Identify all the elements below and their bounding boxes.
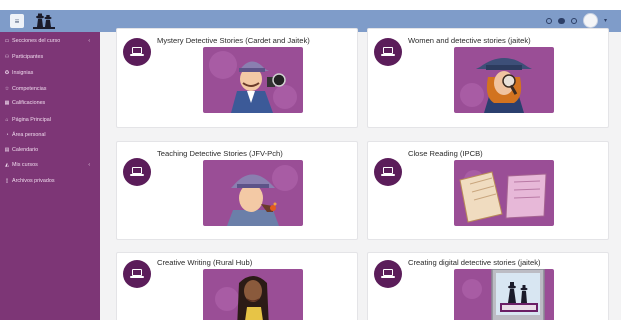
laptop-icon bbox=[123, 260, 151, 288]
sidebar-item-calificaciones[interactable]: ▦ Calificaciones bbox=[4, 98, 46, 108]
sidebar-item-label: Secciones del curso bbox=[12, 38, 61, 44]
graduation-cap-icon: ◭ bbox=[5, 162, 9, 168]
laptop-icon bbox=[123, 158, 151, 186]
sidebar-item-label: Calificaciones bbox=[12, 100, 46, 106]
sidebar-item-pagina-principal[interactable]: ⌂ Página Principal bbox=[4, 115, 51, 125]
sidebar-item-secciones[interactable]: ▭ Secciones del curso ‹ bbox=[4, 36, 96, 46]
e-mysteries-computer-illustration[interactable] bbox=[454, 269, 554, 320]
course-title[interactable]: Mystery Detective Stories (Cardet and Ja… bbox=[157, 36, 310, 45]
app-window: ≡ ▾ ▭ Secciones del curso ‹ ⚇ Participan… bbox=[0, 0, 621, 320]
detective-with-magnifier-illustration[interactable] bbox=[203, 47, 303, 113]
course-title[interactable]: Teaching Detective Stories (JFV-Pch) bbox=[157, 149, 283, 158]
course-title[interactable]: Creative Writing (Rural Hub) bbox=[157, 258, 252, 267]
check-list-icon: ☆ bbox=[4, 86, 10, 92]
chat-icon[interactable] bbox=[557, 17, 565, 24]
sidebar-item-label: Competencias bbox=[12, 86, 47, 92]
course-title[interactable]: Women and detective stories (jaitek) bbox=[408, 36, 531, 45]
sidebar-item-label: Archivos privados bbox=[12, 178, 55, 184]
grid-icon: ▦ bbox=[4, 100, 10, 106]
laptop-icon bbox=[374, 158, 402, 186]
chevron-left-icon[interactable]: ‹ bbox=[88, 162, 90, 168]
course-card[interactable]: Close Reading (IPCB) bbox=[367, 141, 609, 240]
sidebar-item-area-personal[interactable]: ◔ Área personal bbox=[4, 130, 46, 140]
open-books-illustration[interactable] bbox=[454, 160, 554, 226]
sidebar-item-label: Insignias bbox=[12, 70, 34, 76]
folder-icon: ▭ bbox=[4, 38, 10, 44]
badge-icon: ✪ bbox=[4, 70, 10, 76]
sidebar: ▭ Secciones del curso ‹ ⚇ Participantes … bbox=[0, 32, 100, 320]
navbar-user-area: ▾ bbox=[545, 13, 607, 28]
calendar-icon: ▤ bbox=[4, 147, 10, 153]
sidebar-item-label: Calendario bbox=[12, 147, 39, 153]
course-list: Mystery Detective Stories (Cardet and Ja… bbox=[100, 28, 621, 320]
course-title[interactable]: Close Reading (IPCB) bbox=[408, 149, 483, 158]
sidebar-item-archivos-privados[interactable]: ▯ Archivos privados bbox=[4, 176, 55, 186]
home-icon: ⌂ bbox=[5, 117, 9, 123]
chevron-left-icon[interactable]: ‹ bbox=[88, 38, 90, 44]
sidebar-item-calendario[interactable]: ▤ Calendario bbox=[4, 145, 38, 155]
laptop-icon bbox=[374, 260, 402, 288]
course-card[interactable]: Teaching Detective Stories (JFV-Pch) bbox=[116, 141, 358, 240]
course-card[interactable]: Women and detective stories (jaitek) bbox=[367, 28, 609, 128]
dashboard-icon: ◔ bbox=[5, 132, 9, 138]
notification-icon[interactable] bbox=[545, 17, 552, 24]
sidebar-item-label: Página Principal bbox=[12, 117, 51, 123]
users-icon: ⚇ bbox=[4, 54, 10, 60]
sidebar-item-mis-cursos[interactable]: ◭ Mis cursos ‹ bbox=[4, 160, 96, 170]
woman-thinking-illustration[interactable] bbox=[203, 269, 303, 320]
sidebar-item-label: Participantes bbox=[12, 54, 44, 60]
sidebar-item-participantes[interactable]: ⚇ Participantes bbox=[4, 52, 43, 62]
avatar[interactable] bbox=[582, 13, 598, 28]
laptop-icon bbox=[374, 38, 402, 66]
sidebar-item-insignias[interactable]: ✪ Insignias bbox=[4, 68, 33, 78]
laptop-icon bbox=[123, 38, 151, 66]
woman-detective-with-magnifier-illustration[interactable] bbox=[454, 47, 554, 113]
sidebar-item-label: Mis cursos bbox=[12, 162, 38, 168]
course-card[interactable]: Creative Writing (Rural Hub) bbox=[116, 252, 358, 320]
course-card[interactable]: Mystery Detective Stories (Cardet and Ja… bbox=[116, 28, 358, 128]
bell-icon[interactable] bbox=[570, 17, 577, 24]
file-icon: ▯ bbox=[5, 178, 9, 184]
chevron-down-icon[interactable]: ▾ bbox=[604, 17, 607, 24]
detective-with-pipe-illustration[interactable] bbox=[203, 160, 303, 226]
detective-silhouette-logo[interactable] bbox=[33, 11, 55, 31]
sidebar-item-competencias[interactable]: ☆ Competencias bbox=[4, 84, 47, 94]
course-card[interactable]: Creating digital detective stories (jait… bbox=[367, 252, 609, 320]
sidebar-item-label: Área personal bbox=[12, 132, 46, 138]
course-title[interactable]: Creating digital detective stories (jait… bbox=[408, 258, 541, 267]
hamburger-icon[interactable]: ≡ bbox=[10, 14, 24, 28]
